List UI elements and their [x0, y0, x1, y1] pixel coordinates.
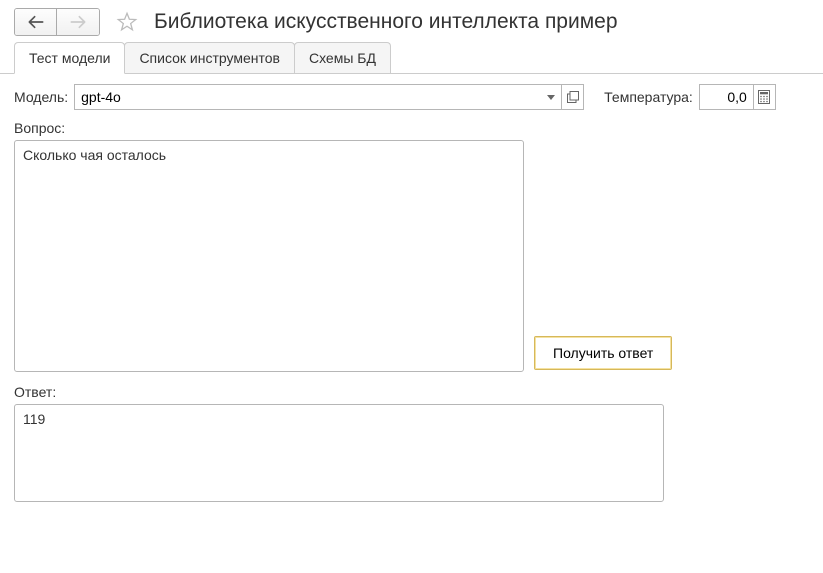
tab-tools-list[interactable]: Список инструментов [124, 42, 295, 73]
get-answer-button[interactable]: Получить ответ [534, 336, 672, 370]
answer-textarea[interactable] [14, 404, 664, 502]
temperature-label: Температура: [604, 89, 693, 105]
model-input[interactable] [74, 84, 540, 110]
arrow-left-icon [28, 15, 44, 29]
temperature-input[interactable] [699, 84, 754, 110]
answer-label: Ответ: [14, 384, 809, 400]
tab-test-model[interactable]: Тест модели [14, 42, 125, 74]
arrow-right-icon [70, 15, 86, 29]
page-title: Библиотека искусственного интеллекта при… [154, 10, 618, 34]
model-open-button[interactable] [562, 84, 584, 110]
nav-buttons [14, 8, 100, 36]
model-label: Модель: [14, 89, 68, 105]
model-dropdown-button[interactable] [540, 84, 562, 110]
chevron-down-icon [547, 95, 555, 100]
open-external-icon [567, 91, 579, 103]
temperature-calc-button[interactable] [754, 84, 776, 110]
question-label: Вопрос: [14, 120, 809, 136]
calculator-icon [758, 90, 770, 104]
question-textarea[interactable] [14, 140, 524, 372]
forward-button[interactable] [57, 9, 99, 35]
tab-bar: Тест модели Список инструментов Схемы БД [0, 42, 823, 74]
tab-db-schemas[interactable]: Схемы БД [294, 42, 391, 73]
favorite-star-icon[interactable] [114, 9, 140, 35]
back-button[interactable] [15, 9, 57, 35]
